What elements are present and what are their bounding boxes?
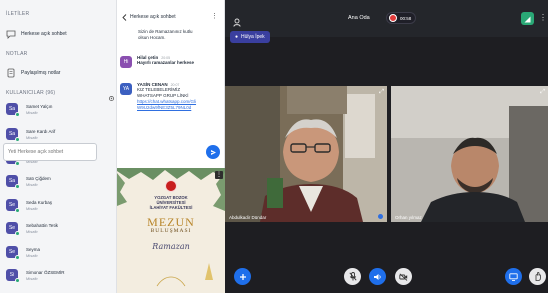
send-icon — [210, 143, 217, 161]
presenter-badge: ● Hülya İpek — [230, 31, 270, 43]
participants-icon[interactable] — [233, 14, 243, 32]
user-list-item[interactable]: Si Simonar ÖZSEMİR Misafir — [6, 266, 112, 284]
audio-button[interactable] — [369, 268, 386, 285]
chat-input[interactable] — [3, 143, 97, 161]
participant-name: Orhan yılmaz — [395, 215, 422, 220]
section-messages: İLETİLER — [6, 11, 30, 17]
chat-message: Sizin de Ramazanınız kutlu olsun Hocam. — [138, 29, 224, 41]
poster-title: MEZUN — [147, 215, 195, 229]
video-tile[interactable]: Orhan yılmaz ⤢ — [391, 86, 548, 222]
chat-message: YA YASİN CENAN 20:07 KIZ TELEBELERİMİZ WH… — [120, 82, 222, 111]
screen-icon — [509, 268, 518, 286]
sidebar-item-label: Herkese açık sohbet — [21, 31, 67, 37]
room-title: Ana Oda — [348, 15, 370, 21]
user-role: Misafir — [26, 134, 38, 140]
participant-video — [391, 86, 548, 222]
avatar: Sa — [6, 175, 20, 189]
mute-button[interactable] — [344, 268, 361, 285]
connection-status-button[interactable] — [521, 12, 534, 25]
user-list-item[interactable]: Sa Sare Kardı Arif Misafir — [6, 125, 112, 143]
chat-message: Hi Hilal çetin 20:05 Hayırlı ramazanlar h… — [120, 55, 222, 68]
more-options-icon[interactable]: ⋮ — [215, 171, 223, 179]
section-users: KULLANICILAR (96) — [6, 90, 56, 96]
sidebar-item-label: Paylaşılmış notlar — [21, 70, 61, 76]
record-icon — [389, 14, 397, 22]
section-notes: NOTLAR — [6, 51, 28, 57]
sidebar-item-shared-notes[interactable]: Paylaşılmış notlar — [6, 66, 112, 80]
add-button[interactable] — [234, 268, 251, 285]
notes-icon — [6, 68, 16, 78]
microphone-off-icon — [348, 268, 357, 286]
video-off-icon — [399, 268, 408, 286]
poster-text: İLAHİYAT FAKÜLTESİ — [149, 205, 193, 210]
avatar: Si — [6, 269, 20, 283]
signal-icon — [524, 10, 531, 28]
mic-status-icon — [378, 214, 383, 219]
chevron-left-icon[interactable] — [122, 8, 127, 26]
avatar: Hi — [120, 56, 132, 68]
app-window: İLETİLER Herkese açık sohbet NOTLAR Payl… — [0, 0, 548, 293]
university-logo — [165, 180, 177, 192]
video-area: Ana Oda 00:58 ⋮ ● Hülya İpek Abdulkadir … — [225, 0, 548, 293]
user-list-item[interactable]: Se Sebahattin Tetik Misafir — [6, 219, 112, 237]
user-role: Misafir — [26, 228, 38, 234]
avatar: Sa — [6, 103, 20, 117]
user-role: Misafir — [26, 252, 38, 258]
poster-script: Ramazan — [152, 242, 190, 251]
poster-subtitle: BULUŞMASI — [150, 228, 192, 234]
presentation-slide: YOZGAT BOZOK ÜNİVERSİTESİ İLAHİYAT FAKÜL… — [117, 168, 225, 293]
plus-icon — [239, 268, 247, 286]
hand-icon — [534, 268, 542, 286]
avatar: Sa — [6, 128, 20, 142]
sidebar-item-public-chat[interactable]: Herkese açık sohbet — [6, 27, 112, 41]
recording-indicator[interactable]: 00:58 — [386, 12, 416, 24]
chat-title: Herkese açık sohbet — [130, 14, 176, 20]
participant-video — [225, 86, 387, 222]
avatar: Se — [6, 199, 20, 213]
presenter-name: Hülya İpek — [241, 34, 265, 40]
message-text: Hayırlı ramazanlar herkese — [137, 60, 195, 65]
expand-icon[interactable]: ⤢ — [540, 89, 545, 96]
user-list-item[interactable]: Se Seda Kurbaş Misafir — [6, 196, 112, 214]
user-list-item[interactable]: Sa Samet Yalçın Misafir — [6, 100, 112, 118]
user-role: Misafir — [26, 275, 38, 281]
expand-icon[interactable]: ⤢ — [379, 89, 384, 96]
avatar: YA — [120, 83, 132, 95]
screen-share-button[interactable] — [505, 268, 522, 285]
meeting-topbar: Ana Oda 00:58 ⋮ — [225, 0, 548, 37]
avatar: Se — [6, 222, 20, 236]
user-list-item[interactable]: Sa Satı Çiğdem Misafir — [6, 172, 112, 190]
user-role: Misafir — [26, 109, 38, 115]
avatar: Se — [6, 246, 20, 260]
user-role: Misafir — [26, 181, 38, 187]
participant-name: Abdulkadir Dündar — [229, 215, 267, 220]
user-role: Misafir — [26, 205, 38, 211]
camera-button[interactable] — [395, 268, 412, 285]
more-options-icon[interactable]: ⋮ — [539, 13, 547, 23]
presenter-icon: ● — [235, 34, 239, 40]
speaker-icon — [373, 268, 382, 286]
more-options-icon[interactable]: ⋮ — [211, 13, 218, 20]
whatsapp-link[interactable]: W9U2dw9fNE3Z5L79NL0d — [137, 105, 196, 111]
chat-header: Herkese açık sohbet ⋮ — [117, 8, 224, 26]
message-text: olsun Hocam. — [138, 35, 166, 40]
recording-time: 00:58 — [400, 15, 412, 21]
chat-icon — [6, 29, 16, 39]
video-tile[interactable]: Abdulkadir Dündar ⤢ — [225, 86, 387, 222]
send-button[interactable] — [206, 145, 220, 159]
raise-hand-button[interactable] — [529, 268, 546, 285]
user-list-item[interactable]: Se Seyma Misafir — [6, 243, 112, 261]
